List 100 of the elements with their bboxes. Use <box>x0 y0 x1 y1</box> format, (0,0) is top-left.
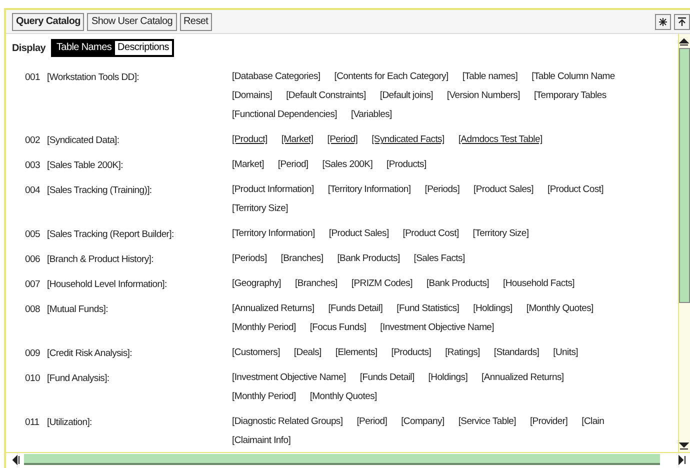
table-link[interactable]: [PRIZM Codes] <box>351 277 412 292</box>
catalog-name[interactable]: [Sales Tracking (Report Builder]: <box>47 225 232 244</box>
table-link[interactable]: [Monthly Period] <box>232 321 296 336</box>
catalog-name[interactable]: [Syndicated Data]: <box>47 131 232 150</box>
table-link[interactable]: [Product] <box>232 133 268 148</box>
table-link[interactable]: [Product Information] <box>232 183 314 198</box>
table-link[interactable]: [Period] <box>356 415 388 430</box>
table-link[interactable]: [Standards] <box>494 346 540 361</box>
table-link[interactable]: [Monthly Quotes] <box>526 302 594 317</box>
catalog-name[interactable]: [Branch & Product History]: <box>47 250 232 269</box>
table-link[interactable]: [Product Cost] <box>547 183 604 198</box>
table-link[interactable]: [Temporary Tables <box>534 89 606 104</box>
scroll-thumb[interactable] <box>679 48 690 303</box>
table-link[interactable]: [Company] <box>401 415 444 430</box>
table-link[interactable]: [Branches] <box>294 277 338 292</box>
table-link[interactable]: [Provider] <box>530 415 568 430</box>
scroll-left-icon[interactable] <box>10 454 20 464</box>
scroll-right-icon[interactable] <box>676 454 686 464</box>
table-link[interactable]: [Household Facts] <box>503 277 574 292</box>
table-link[interactable]: [Elements] <box>335 346 378 361</box>
snowflake-icon[interactable] <box>655 14 671 30</box>
upload-icon[interactable] <box>674 14 690 30</box>
table-link[interactable]: [Investment Objective Name] <box>232 371 346 386</box>
table-link[interactable]: [Bank Products] <box>337 252 400 267</box>
toolbar-button[interactable]: Reset <box>180 12 212 30</box>
table-link[interactable]: [Investment Objective Name] <box>380 321 494 336</box>
toolbar-button[interactable]: Query Catalog <box>12 12 84 30</box>
scroll-down-icon[interactable] <box>679 440 689 450</box>
toolbar-button[interactable]: Show User Catalog <box>87 12 177 30</box>
table-link[interactable]: [Monthly Quotes] <box>310 390 377 405</box>
table-link[interactable]: [Sales Facts] <box>414 252 465 267</box>
table-link[interactable]: [Territory Size] <box>232 202 288 217</box>
table-link[interactable]: [Monthly Period] <box>232 390 296 405</box>
catalog-number: 001 <box>25 71 41 85</box>
table-link[interactable]: [Diagnostic Related Groups] <box>232 415 343 430</box>
table-link[interactable]: [Annualized Returns] <box>482 371 564 386</box>
table-link[interactable]: [Product Sales] <box>474 183 534 198</box>
table-link[interactable]: [Territory Size] <box>472 227 529 242</box>
catalog-name[interactable]: [Household Level Information]: <box>47 275 232 294</box>
table-link[interactable]: [Service Table] <box>458 415 516 430</box>
table-link[interactable]: [Holdings] <box>473 302 512 317</box>
catalog-name[interactable]: [Credit Risk Analysis]: <box>47 344 232 363</box>
table-link[interactable]: [Clain <box>582 415 604 430</box>
table-link[interactable]: [Ratings] <box>445 346 480 361</box>
table-link[interactable]: [Period] <box>327 133 358 148</box>
table-link[interactable]: [Bank Products] <box>426 277 490 292</box>
table-link[interactable]: [Funds Detail] <box>328 302 383 317</box>
table-link[interactable]: [Market] <box>232 158 264 173</box>
table-link[interactable]: [Domains] <box>232 89 272 104</box>
table-link[interactable]: [Units] <box>553 346 578 361</box>
table-link[interactable]: [Period] <box>278 158 308 173</box>
catalog-number: 011 <box>25 416 40 430</box>
table-link[interactable]: [Customers] <box>232 346 280 361</box>
scroll-up-icon[interactable] <box>679 36 689 46</box>
table-link[interactable]: [Admdocs Test Table] <box>458 133 542 148</box>
table-link[interactable]: [Annualized Returns] <box>232 302 314 317</box>
display-tab[interactable]: Table Names <box>53 41 115 55</box>
catalog-name[interactable]: [Workstation Tools DD]: <box>47 68 232 125</box>
scroll-thumb[interactable] <box>24 454 660 465</box>
table-link[interactable]: [Product Sales] <box>328 227 389 242</box>
vertical-scrollbar[interactable] <box>678 34 690 452</box>
table-link[interactable]: [Focus Funds] <box>310 321 366 336</box>
table-link[interactable]: [Claimaint Info] <box>232 434 291 449</box>
table-link[interactable]: [Territory Information] <box>328 183 411 198</box>
table-link[interactable]: [Fund Statistics] <box>396 302 460 317</box>
table-link[interactable]: [Periods] <box>424 183 460 198</box>
table-link[interactable]: [Database Categories] <box>232 70 320 85</box>
table-link[interactable]: [Product Cost] <box>402 227 459 242</box>
catalog-number: 002 <box>25 134 41 148</box>
table-link[interactable]: [Territory Information] <box>232 227 315 242</box>
catalog-name[interactable]: [Sales Table 200K]: <box>47 156 232 175</box>
catalog-name[interactable]: [Sales Tracking (Training)]: <box>47 181 232 219</box>
catalog-number: 008 <box>25 303 41 317</box>
table-link[interactable]: [Table names] <box>462 70 518 85</box>
table-link[interactable]: [Version Numbers] <box>446 89 520 104</box>
table-link[interactable]: [Functional Dependencies] <box>232 108 337 123</box>
horizontal-scrollbar[interactable] <box>6 452 690 466</box>
table-link[interactable]: [Branches] <box>280 252 324 267</box>
table-link[interactable]: [Periods] <box>232 252 267 267</box>
catalog-number: 006 <box>25 253 41 267</box>
table-link[interactable]: [Default joins] <box>380 89 433 104</box>
catalog-name[interactable]: [Fund Analysis]: <box>47 369 232 407</box>
catalog-name[interactable]: [Mutual Funds]: <box>47 300 232 338</box>
table-link[interactable]: [Market] <box>281 133 314 148</box>
table-link[interactable]: [Funds Detail] <box>360 371 414 386</box>
table-link[interactable]: [Default Constraints] <box>286 89 366 104</box>
table-link[interactable]: [Table Column Name <box>532 70 615 85</box>
catalog-name[interactable]: [Utilization]: <box>47 413 232 451</box>
catalog-number: 005 <box>25 228 41 242</box>
table-link[interactable]: [Variables] <box>351 108 392 123</box>
table-link[interactable]: [Products] <box>386 158 426 173</box>
table-link[interactable]: [Sales 200K] <box>322 158 373 173</box>
table-link[interactable]: [Syndicated Facts] <box>372 133 444 148</box>
table-link[interactable]: [Geography] <box>232 277 281 292</box>
table-link[interactable]: [Products] <box>391 346 432 361</box>
catalog-number: 007 <box>25 278 41 292</box>
catalog-number: 010 <box>25 372 41 386</box>
table-link[interactable]: [Holdings] <box>428 371 468 386</box>
table-link[interactable]: [Deals] <box>294 346 322 361</box>
table-link[interactable]: [Contents for Each Category] <box>334 70 448 85</box>
